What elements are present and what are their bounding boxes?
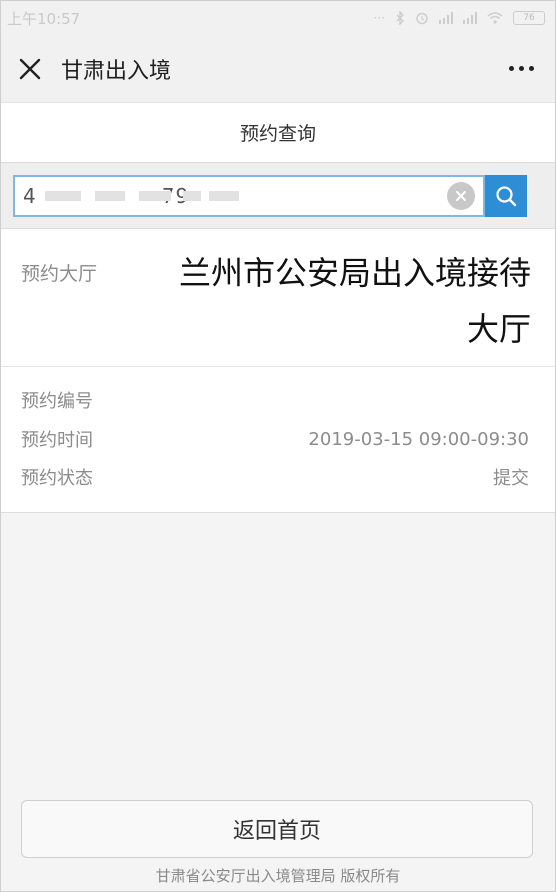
close-button[interactable] [15, 54, 45, 84]
app-title: 甘肃出入境 [61, 58, 172, 84]
clear-icon [456, 190, 466, 201]
bluetooth-icon [396, 11, 404, 25]
search-box [13, 174, 485, 217]
time-label: 预约时间 [21, 430, 93, 451]
app-frame: 上午10:57 ··· 76 甘肃出入境 预约查询 4 79 预约大厅 兰州市公… [0, 0, 556, 892]
time-value: 2019-03-15 09:00-09:30 [308, 428, 529, 450]
number-row: 预约编号 [21, 385, 529, 415]
hall-row: 预约大厅 兰州市公安局出入境接待大厅 [1, 229, 555, 367]
battery-icon: 76 [513, 11, 545, 25]
redacted-mark [183, 190, 201, 201]
status-value: 提交 [493, 468, 529, 489]
clear-button[interactable] [447, 181, 475, 210]
appointment-result-card: 预约大厅 兰州市公安局出入境接待大厅 预约编号 预约时间 2019-03-15 … [1, 229, 555, 513]
search-icon [496, 185, 517, 206]
status-icons: ··· 76 [374, 11, 545, 25]
time-row: 预约时间 2019-03-15 09:00-09:30 [21, 424, 529, 454]
status-time: 上午10:57 [7, 9, 81, 28]
back-home-button[interactable]: 返回首页 [21, 800, 533, 858]
hall-value: 兰州市公安局出入境接待大厅 [178, 254, 531, 348]
more-dot-icon [528, 66, 534, 71]
redacted-mark [95, 190, 125, 201]
signal-icon [439, 12, 453, 24]
number-label: 预约编号 [21, 391, 93, 412]
dots-icon: ··· [373, 11, 385, 25]
search-button[interactable] [485, 174, 527, 217]
more-dot-icon [518, 66, 524, 71]
signal-icon-2 [463, 12, 477, 24]
redacted-mark [139, 190, 171, 201]
close-icon [19, 58, 41, 79]
status-row: 预约状态 提交 [21, 462, 529, 492]
page-header: 预约查询 [1, 103, 555, 163]
page-title: 预约查询 [239, 123, 316, 145]
status-label: 预约状态 [21, 468, 93, 489]
more-menu-button[interactable] [501, 54, 541, 84]
hall-label: 预约大厅 [21, 263, 98, 285]
copyright-text: 甘肃省公安厅出入境管理局 版权所有 [155, 867, 401, 885]
search-bar [1, 163, 555, 229]
redacted-mark [209, 190, 239, 201]
title-bar: 甘肃出入境 [1, 35, 555, 103]
redacted-mark [45, 190, 81, 201]
alarm-icon [416, 12, 428, 25]
more-dot-icon [508, 66, 514, 71]
status-bar: 上午10:57 ··· 76 [1, 1, 555, 35]
wifi-icon [487, 12, 503, 24]
